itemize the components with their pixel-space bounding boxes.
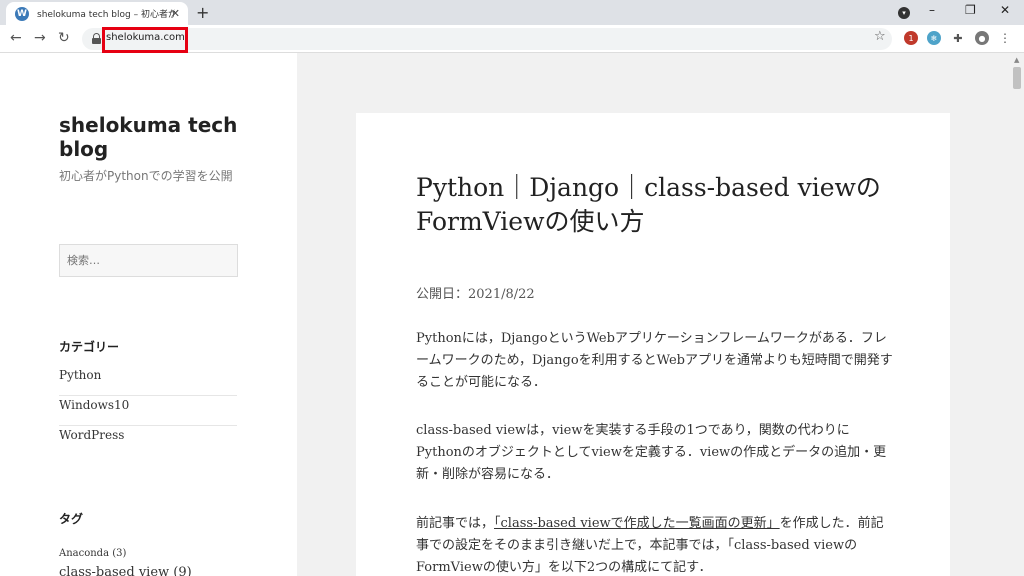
arrow-right-icon[interactable]: →: [34, 30, 46, 46]
search-input[interactable]: [60, 245, 237, 276]
category-item[interactable]: Python: [59, 366, 237, 396]
menu-icon[interactable]: ⋮: [998, 31, 1012, 45]
tab-strip: W shelokuma tech blog – 初心者が ✕ + ▾ – ❐ ✕: [0, 0, 1024, 25]
tag-link[interactable]: class-based view (9): [59, 565, 192, 576]
category-list: Python Windows10 WordPress: [59, 366, 237, 456]
extension-badge-icon[interactable]: 1: [904, 31, 918, 45]
tags-heading: タグ: [59, 512, 84, 526]
article-paragraph: class-based viewは，viewを実装する手段の1つであり，関数の代…: [416, 423, 887, 482]
search-field[interactable]: [59, 244, 238, 277]
article-title: Python｜Django｜class-based viewのFormViewの…: [416, 173, 881, 236]
lock-icon[interactable]: [92, 33, 101, 44]
article-paragraph: 前記事では，「class-based viewで作成した一覧画面の更新」を作成し…: [416, 513, 894, 576]
reload-icon[interactable]: ↻: [58, 30, 70, 46]
category-item[interactable]: Windows10: [59, 396, 237, 426]
profile-icon[interactable]: ●: [975, 31, 989, 45]
media-control-icon[interactable]: ▾: [898, 7, 910, 19]
article: Python｜Django｜class-based viewのFormViewの…: [356, 113, 950, 576]
close-tab-icon[interactable]: ✕: [171, 7, 180, 20]
web-page: shelokuma tech blog 初心者がPythonでの学習を公開 カテ…: [0, 53, 1010, 576]
tab-title: shelokuma tech blog – 初心者が: [37, 10, 175, 20]
new-tab-button[interactable]: +: [196, 3, 209, 22]
category-item[interactable]: WordPress: [59, 426, 237, 456]
scroll-up-icon[interactable]: ▲: [1014, 56, 1019, 64]
extension-icon[interactable]: ❄: [927, 31, 941, 45]
close-window-button[interactable]: ✕: [1000, 3, 1010, 17]
arrow-left-icon[interactable]: ←: [10, 30, 22, 46]
article-paragraph: Pythonには，DjangoというWebアプリケーションフレームワークがある．…: [416, 331, 893, 390]
categories-heading: カテゴリー: [59, 340, 120, 354]
url-highlight-annotation: [102, 27, 188, 53]
wordpress-icon: W: [15, 6, 29, 21]
browser-tab[interactable]: W shelokuma tech blog – 初心者が ✕: [6, 2, 188, 25]
vertical-scrollbar[interactable]: ▲: [1010, 53, 1024, 576]
star-icon[interactable]: ☆: [874, 29, 886, 44]
site-description: 初心者がPythonでの学習を公開: [59, 169, 233, 183]
minimize-button[interactable]: –: [929, 3, 935, 17]
scrollbar-thumb[interactable]: [1013, 67, 1021, 89]
site-title[interactable]: shelokuma tech blog: [59, 113, 249, 161]
previous-article-link[interactable]: 「class-based viewで作成した一覧画面の更新」: [494, 516, 780, 531]
restore-button[interactable]: ❐: [965, 3, 976, 17]
sidebar: shelokuma tech blog 初心者がPythonでの学習を公開 カテ…: [0, 53, 297, 576]
puzzle-icon[interactable]: ✚: [951, 31, 965, 45]
paragraph-text: 前記事では，: [416, 516, 495, 531]
address-bar[interactable]: shelokuma.com: [82, 28, 892, 50]
post-date: 公開日：2021/8/22: [416, 287, 535, 302]
tag-link[interactable]: Anaconda (3): [59, 548, 126, 559]
